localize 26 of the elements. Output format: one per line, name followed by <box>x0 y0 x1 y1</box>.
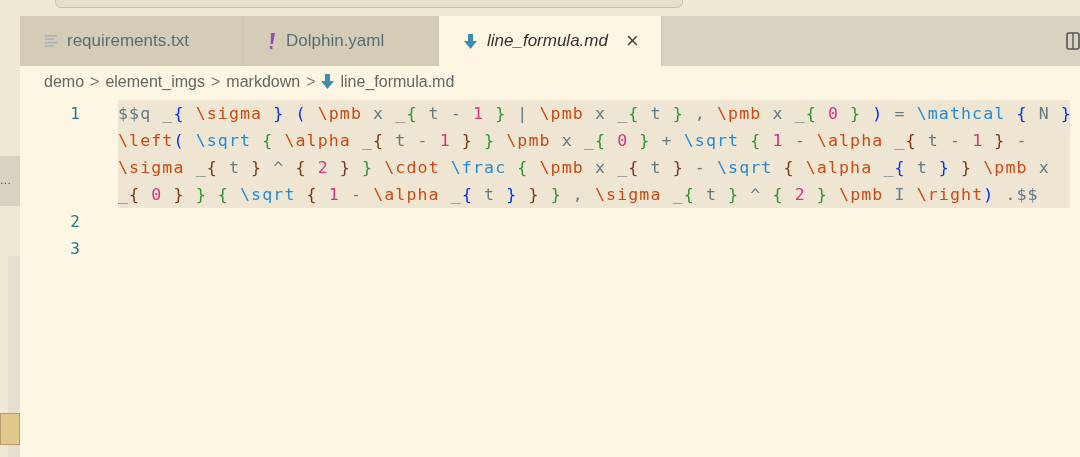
line-number: 1 <box>69 103 81 125</box>
breadcrumb-item[interactable]: demo <box>44 72 85 91</box>
sidebar-item[interactable]: … <box>0 175 11 187</box>
sidebar-row[interactable]: … <box>0 156 20 206</box>
tab[interactable]: requirements.txt <box>20 16 243 66</box>
line-number: 2 <box>69 211 81 233</box>
breadcrumb-item[interactable]: element_imgs <box>105 72 205 91</box>
breadcrumb-item[interactable]: markdown <box>226 72 301 91</box>
text-file-icon <box>45 35 57 47</box>
chevron-icon: > <box>211 72 221 91</box>
exclamation-icon <box>268 33 276 49</box>
scrollbar-thumb[interactable] <box>0 413 20 445</box>
code-line: \left( \sqrt { \alpha _{ t - 1 } } \pmb x _{ 0 } + \sqrt { 1 - \alpha _{ t - 1 } - <box>118 130 1028 152</box>
code-line: \sigma _{ t } ^ { 2 } } \cdot \frac { \pmb x _{ t } - \sqrt { \alpha _{ t } } \pmb x <box>118 157 1050 179</box>
code-line: $$q _{ \sigma } ( \pmb x _{ t - 1 } | \pmb x _{ t } , \pmb x _{ 0 } ) = \mathcal { N } <box>118 103 1072 125</box>
close-icon[interactable]: × <box>625 28 639 54</box>
breadcrumb-item[interactable]: line_formula.md <box>340 72 455 91</box>
chevron-icon: > <box>306 72 316 91</box>
tab[interactable]: line_formula.md × <box>439 16 662 66</box>
line-number: 3 <box>69 238 81 260</box>
chevron-icon: > <box>90 72 100 91</box>
down-arrow-icon <box>321 74 335 89</box>
split-editor-icon[interactable] <box>1066 32 1080 50</box>
code-line: _{ 0 } } { \sqrt { 1 - \alpha _{ t } } } , \sigma _{ t } ^ { 2 } \pmb I \right) .$$ <box>118 184 1039 206</box>
down-arrow-icon <box>464 33 477 49</box>
tab[interactable]: Dolphin.yaml <box>243 16 439 66</box>
